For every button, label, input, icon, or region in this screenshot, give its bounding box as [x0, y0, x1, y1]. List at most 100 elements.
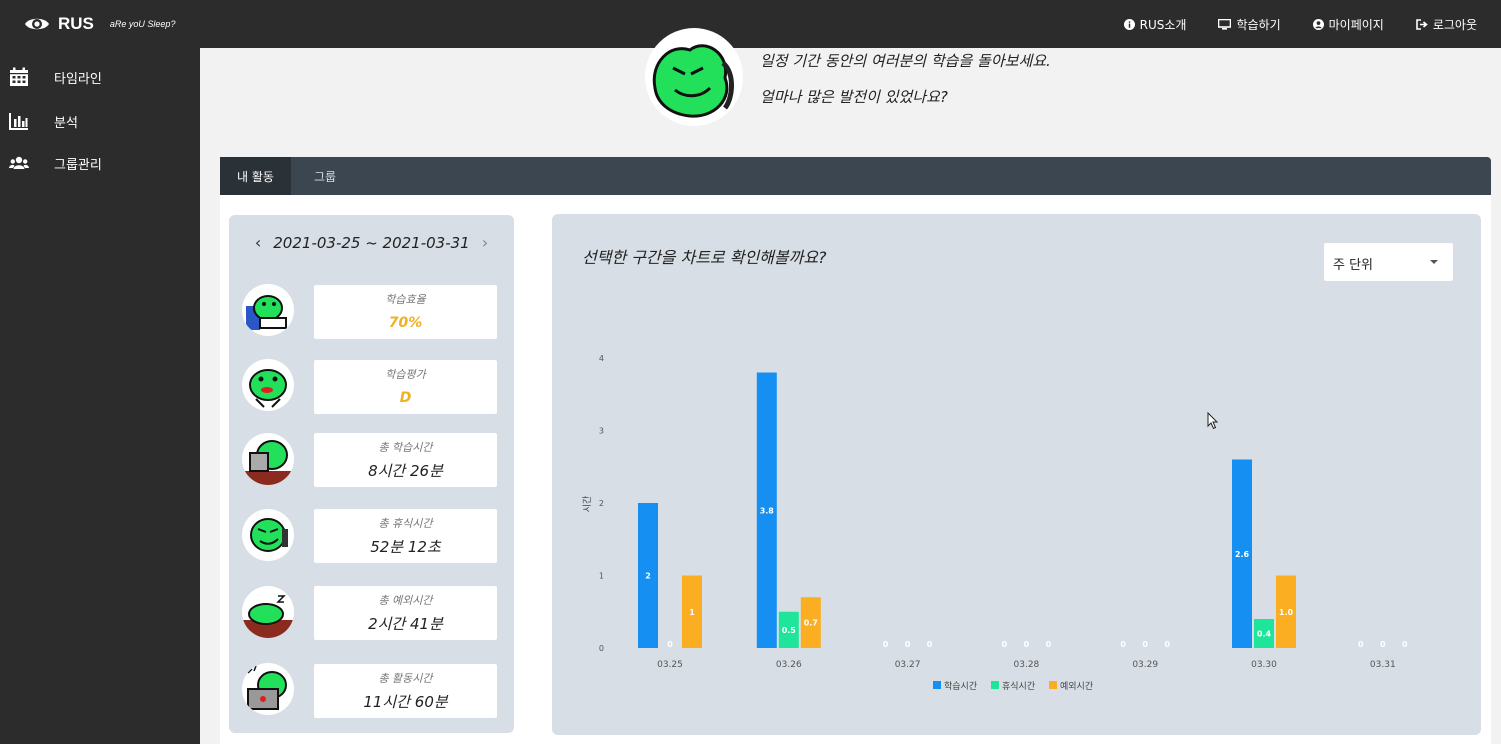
x-tick-label: 03.27: [895, 660, 921, 670]
intro-line-2: 얼마나 많은 발전이 있었나요?: [760, 88, 948, 106]
bar-value-label: 1: [689, 608, 695, 617]
nav-label: 로그아웃: [1432, 17, 1477, 32]
stat-label: 총 휴식시간: [378, 517, 433, 530]
bar-value-label: 0: [1002, 640, 1008, 649]
stat-value: 70%: [388, 315, 423, 331]
sidebar: 타임라인 분석 그룹관리: [0, 48, 200, 744]
stat-value: 52분 12초: [370, 538, 441, 556]
stat-label: 총 학습시간: [378, 441, 433, 454]
bar-value-label: 0.7: [804, 619, 818, 628]
y-tick-label: 1: [599, 572, 604, 581]
bar-chart: 0 1 2 3 4 시간 2 0 1 03.25 3.8 0.5 0.7 03.26 0 0 0 03.27 0 0 0…: [582, 354, 1408, 692]
stat-label: 총 예외시간: [378, 594, 433, 607]
mascot-avatar-efficiency: [242, 284, 294, 336]
stat-label: 학습평가: [385, 368, 426, 381]
bar-value-label: 1.0: [1279, 608, 1294, 617]
mouse-cursor-icon: [1207, 412, 1219, 430]
bar-value-label: 0: [883, 640, 889, 649]
tab-my-activity[interactable]: 내 활동: [220, 157, 291, 195]
y-axis-label: 시간: [582, 496, 593, 513]
stat-value: 8시간 26분: [368, 462, 443, 480]
mascot-avatar-rest-time: [242, 509, 294, 561]
legend-swatch: [933, 681, 941, 689]
tab-group[interactable]: 그룹: [300, 157, 350, 195]
bar-value-label: 0: [1358, 640, 1364, 649]
y-tick-label: 0: [599, 644, 604, 653]
bar-value-label: 0: [1120, 640, 1126, 649]
bar-value-label: 0.4: [1257, 630, 1272, 639]
mascot-avatar-evaluation: [242, 359, 294, 411]
mascot-image: [645, 28, 743, 126]
intro-line-1: 일정 기간 동안의 여러분의 학습을 돌아보세요.: [760, 52, 1051, 70]
tab-bar: 내 활동 그룹: [220, 157, 1491, 195]
bar-value-label: 0: [1402, 640, 1408, 649]
bar-value-label: 2.6: [1235, 550, 1250, 559]
monitor-icon: [1218, 18, 1232, 30]
bar-value-label: 0: [1142, 640, 1148, 649]
bar-value-label: 0: [1164, 640, 1170, 649]
mascot-avatar-activity-time: [242, 663, 294, 715]
x-tick-label: 03.31: [1370, 660, 1396, 670]
x-tick-label: 03.25: [657, 660, 683, 670]
sidebar-item-label: 그룹관리: [54, 157, 102, 173]
nav-study[interactable]: 학습하기: [1218, 16, 1281, 33]
stat-card-total-activity: 총 활동시간 11시간 60분: [314, 664, 497, 718]
bar-value-label: 0: [905, 640, 911, 649]
date-range-selector: ‹ 2021-03-25 ~ 2021-03-31 ›: [229, 233, 514, 252]
bar-value-label: 0.5: [782, 626, 797, 635]
bar-value-label: 0: [1024, 640, 1030, 649]
x-tick-label: 03.29: [1132, 660, 1158, 670]
top-nav-menu: RUS소개 학습하기 마이페이지 로그아웃: [1092, 16, 1477, 33]
chevron-right-icon[interactable]: ›: [482, 233, 488, 252]
bar-value-label: 0: [1046, 640, 1052, 649]
sidebar-item-group-management[interactable]: 그룹관리: [0, 145, 200, 181]
stat-card-total-rest: 총 휴식시간 52분 12초: [314, 509, 497, 563]
nav-label: 학습하기: [1236, 17, 1281, 32]
stat-label: 총 활동시간: [378, 672, 433, 685]
stat-value: D: [399, 390, 412, 406]
nav-label: RUS소개: [1139, 17, 1187, 32]
mascot-avatar-exception-time: [242, 586, 294, 638]
brand-tagline: aRe yoU Sleep?: [109, 19, 176, 29]
bar-value-label: 0: [927, 640, 933, 649]
sidebar-item-analysis[interactable]: 분석: [0, 103, 200, 139]
eye-icon: [25, 18, 49, 30]
x-tick-label: 03.28: [1014, 660, 1040, 670]
sidebar-item-label: 타임라인: [54, 71, 102, 87]
x-tick-label: 03.26: [776, 660, 802, 670]
stat-value: 2시간 41분: [368, 615, 443, 633]
y-tick-label: 4: [599, 354, 604, 363]
info-icon: [1123, 18, 1135, 30]
chevron-left-icon[interactable]: ‹: [255, 233, 261, 252]
users-icon: [9, 156, 29, 169]
legend-label: 예외시간: [1060, 680, 1093, 692]
nav-logout[interactable]: 로그아웃: [1416, 16, 1477, 33]
y-tick-label: 2: [599, 499, 604, 508]
bar-value-label: 0: [667, 640, 673, 649]
nav-rus-intro[interactable]: RUS소개: [1123, 16, 1187, 33]
stat-card-total-study: 총 학습시간 8시간 26분: [314, 433, 497, 487]
stat-card-evaluation: 학습평가 D: [314, 360, 497, 414]
calendar-icon: [10, 67, 28, 86]
brand-logo[interactable]: RUS aRe yoU Sleep?: [24, 14, 175, 34]
bar-value-label: 2: [645, 572, 651, 581]
nav-mypage[interactable]: 마이페이지: [1312, 16, 1384, 33]
bar-chart-icon: [9, 113, 28, 130]
date-range-label: 2021-03-25 ~ 2021-03-31: [273, 233, 470, 252]
legend-label: 학습시간: [944, 681, 977, 692]
y-tick-label: 3: [599, 427, 604, 436]
sidebar-item-timeline[interactable]: 타임라인: [0, 59, 200, 95]
brand-name: RUS: [58, 14, 94, 33]
stat-value: 11시간 60분: [363, 693, 448, 711]
stat-card-total-exception: 총 예외시간 2시간 41분: [314, 586, 497, 640]
logout-icon: [1416, 18, 1428, 30]
legend-label: 휴식시간: [1002, 681, 1035, 692]
sidebar-item-label: 분석: [54, 115, 78, 131]
legend-swatch: [991, 681, 999, 689]
stat-card-efficiency: 학습효율 70%: [314, 285, 497, 339]
bar-value-label: 0: [1380, 640, 1386, 649]
top-navbar: RUS aRe yoU Sleep? RUS소개 학습하기 마이페이지 로그아웃: [0, 0, 1501, 48]
x-tick-label: 03.30: [1251, 660, 1277, 670]
bar-value-label: 3.8: [760, 506, 775, 515]
mascot-avatar-study-time: [242, 433, 294, 485]
